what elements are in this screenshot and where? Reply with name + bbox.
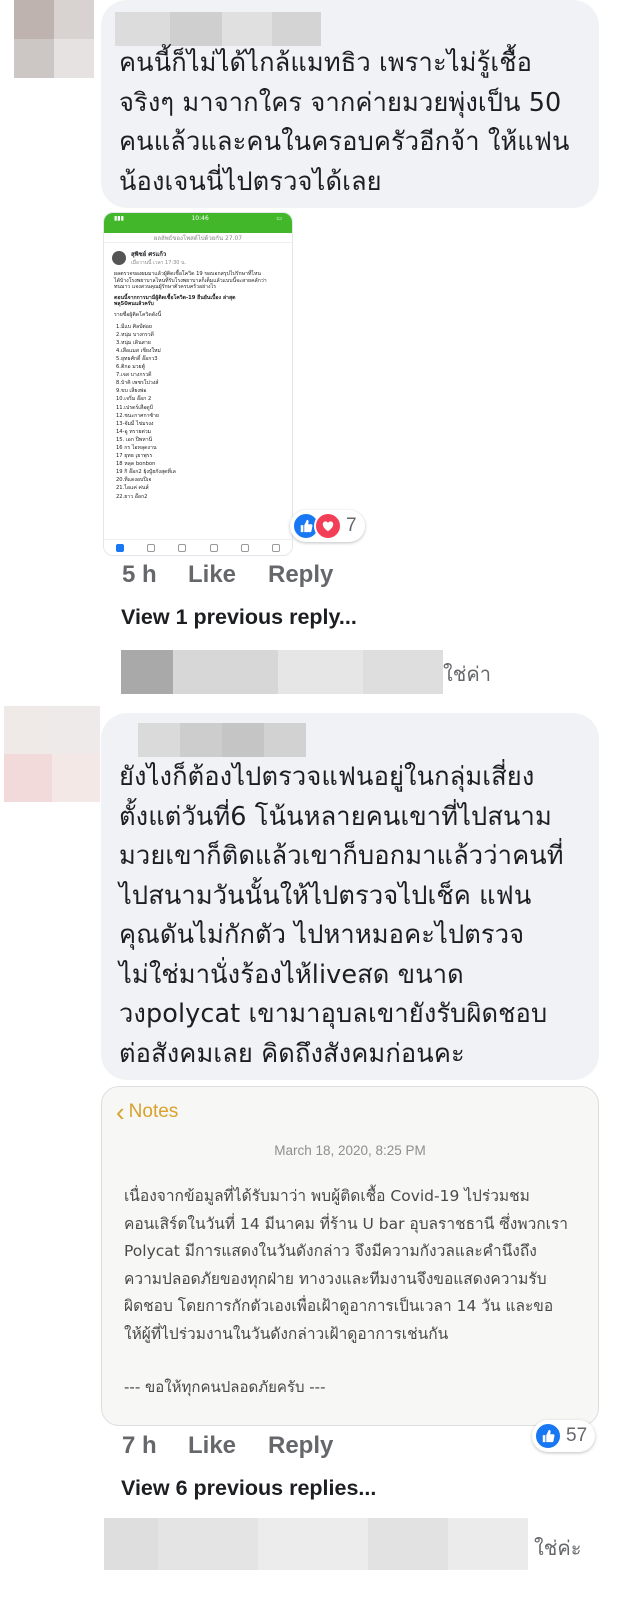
battery-icon: ▭: [276, 215, 282, 222]
comment-time[interactable]: 5 h: [122, 561, 157, 589]
comment-text: คนนี้ก็ไม่ได้ไกล้แมทธิว เพราะไม่รู้เชื้อ…: [119, 48, 570, 197]
post-intro: ผลตรวจของผมมาแล้วผู้ติดเชื้อโควิด 19 ขอบ…: [114, 271, 267, 291]
post-list: 1.มีแบ ศิลป์ต่อย 2.หนุ่ม บางกรวดี 3.หนุ่ม …: [104, 321, 292, 503]
notes-footer: --- ขอให้ทุกคนปลอดภัยครับ ---: [124, 1378, 326, 1396]
reply-preview-text: ใช่ค่า: [443, 662, 491, 686]
reaction-summary[interactable]: 7: [290, 510, 365, 542]
post-list-item: 17 ยุทธ เุยาพุรร: [116, 453, 153, 460]
comment-time[interactable]: 7 h: [122, 1432, 157, 1460]
avatar[interactable]: [14, 0, 94, 78]
avatar: [112, 251, 126, 265]
like-icon: [534, 1422, 562, 1450]
menu-icon: [272, 543, 281, 552]
reaction-count: 7: [346, 515, 357, 536]
post-list-item: 21.ไอแค่ ค่นส์: [116, 485, 149, 492]
status-time: 10:46: [191, 215, 209, 222]
comment-bubble: ยังไงก็ต้องไปตรวจแฟนอยู่ในกลุ่มเสี่ยง ตั…: [101, 713, 599, 1080]
love-icon: [314, 512, 342, 540]
notes-back-button: ‹ Notes: [116, 1099, 178, 1125]
commenter-name[interactable]: [138, 723, 306, 757]
reply-button[interactable]: Reply: [268, 561, 333, 589]
reply-preview[interactable]: [158, 1518, 528, 1570]
notes-body: เนื่องจากข้อมูลที่ได้รับมาว่า พบผู้ติดเช…: [124, 1187, 568, 1343]
view-previous-replies[interactable]: View 6 previous replies...: [121, 1476, 376, 1501]
view-previous-replies[interactable]: View 1 previous reply...: [121, 605, 357, 630]
post-list-item: 8.บ้าคิ เพชรโบ่วงส์: [116, 380, 159, 387]
avatar[interactable]: [4, 706, 100, 802]
reply-preview-text: ใช่ค่ะ: [534, 1536, 582, 1560]
post-highlight: ตอนนี้จากการมามีผู้ติดเชื้อโควิด-19 ยืนย…: [114, 294, 236, 308]
reply-button[interactable]: Reply: [268, 1432, 333, 1460]
post-list-item: 1.มีแบ ศิลป์ต่อย: [116, 323, 152, 330]
post-time: เมื่อวานนี้ เวลา 17:30 น.: [131, 260, 187, 266]
groups-icon: [209, 543, 218, 552]
post-list-item: 3.หนุ่ม เดินสาย: [116, 339, 151, 346]
reply-preview[interactable]: [173, 650, 443, 694]
post-list-item: 9.ขบ เสียงพ่อ: [116, 388, 147, 395]
post-author: สุพิชย์ ศรแก้ว: [131, 251, 167, 258]
commenter-name[interactable]: [115, 12, 321, 46]
reply-avatar[interactable]: [121, 650, 173, 694]
reaction-summary[interactable]: 57: [532, 1420, 596, 1452]
post-list-item: 7.เจส บางกรวดี: [116, 372, 152, 379]
like-button[interactable]: Like: [188, 1432, 236, 1460]
post-list-item: 18 หลุด bonbon: [116, 461, 156, 468]
attached-screenshot[interactable]: ▮▮▮ 10:46 ▭ ผลลัพธ์ของโพสต์ไปด้วยกัน 27.…: [103, 212, 293, 556]
post-list-item: 15. เอก ปีพหานี: [116, 436, 153, 443]
phone-nav: [104, 539, 292, 555]
post-list-item: 13-จัมมี่ ไข่มรงง: [116, 420, 154, 427]
post-list-item: 10.เจริ่ม อ๊อก 2: [116, 396, 152, 403]
like-button[interactable]: Like: [188, 561, 236, 589]
phone-status-bar: ▮▮▮ 10:46 ▭: [104, 213, 292, 233]
marketplace-icon: [178, 543, 187, 552]
attached-screenshot[interactable]: ‹ Notes March 18, 2020, 8:25 PM เนื่องจา…: [101, 1086, 599, 1426]
post-header: สุพิชย์ ศรแก้ว เมื่อวานนี้ เวลา 17:30 น.: [104, 243, 292, 269]
post-list-item: 4.เสือแมส เชียงใหม่: [116, 347, 161, 354]
home-icon: [115, 543, 124, 552]
post-list-item: 16 กร ไอหลุดงาน: [116, 444, 157, 451]
comment-bubble: คนนี้ก็ไม่ได้ไกล้แมทธิว เพราะไม่รู้เชื้อ…: [101, 0, 599, 208]
post-list-item: 11.เปรดร์เสือดูบี: [116, 404, 153, 411]
reply-avatar[interactable]: [104, 1518, 158, 1570]
post-list-item: 2.หนุ่ม บางกรวดี: [116, 331, 154, 338]
post-list-title: รายชื่อผู้ติดโควิดดังนี้: [114, 311, 162, 318]
post-list-item: 22.ยาว อ๊อก2: [116, 493, 148, 500]
phone-header: ผลลัพธ์ของโพสต์ไปด้วยกัน 27.07: [104, 233, 292, 243]
chevron-left-icon: ‹: [116, 1097, 125, 1127]
post-list-item: 14-อู ทรายต่วม: [116, 428, 152, 435]
post-list-item: 6.ติกอ มวยตู้: [116, 364, 145, 371]
watch-icon: [146, 543, 155, 552]
post-list-item: 5.ยุทธศักดิ์ อ๊อกว3: [116, 355, 158, 362]
notes-date: March 18, 2020, 8:25 PM: [274, 1143, 426, 1158]
signal-icon: ▮▮▮: [114, 215, 124, 222]
bell-icon: [240, 543, 249, 552]
post-list-item: 12.ชนะกาศกาซ้าย: [116, 412, 159, 419]
reaction-count: 57: [566, 1425, 588, 1446]
comment-text: ยังไงก็ต้องไปตรวจแฟนอยู่ในกลุ่มเสี่ยง ตั…: [119, 762, 564, 1069]
post-list-item: 19 กิ อ๊อก2 ยุ้งปู้ยกังสุดที่เล: [116, 469, 176, 476]
post-list-item: 20.ทีแดงอบปีเจ: [116, 477, 152, 484]
notes-back-label: Notes: [128, 1101, 179, 1122]
